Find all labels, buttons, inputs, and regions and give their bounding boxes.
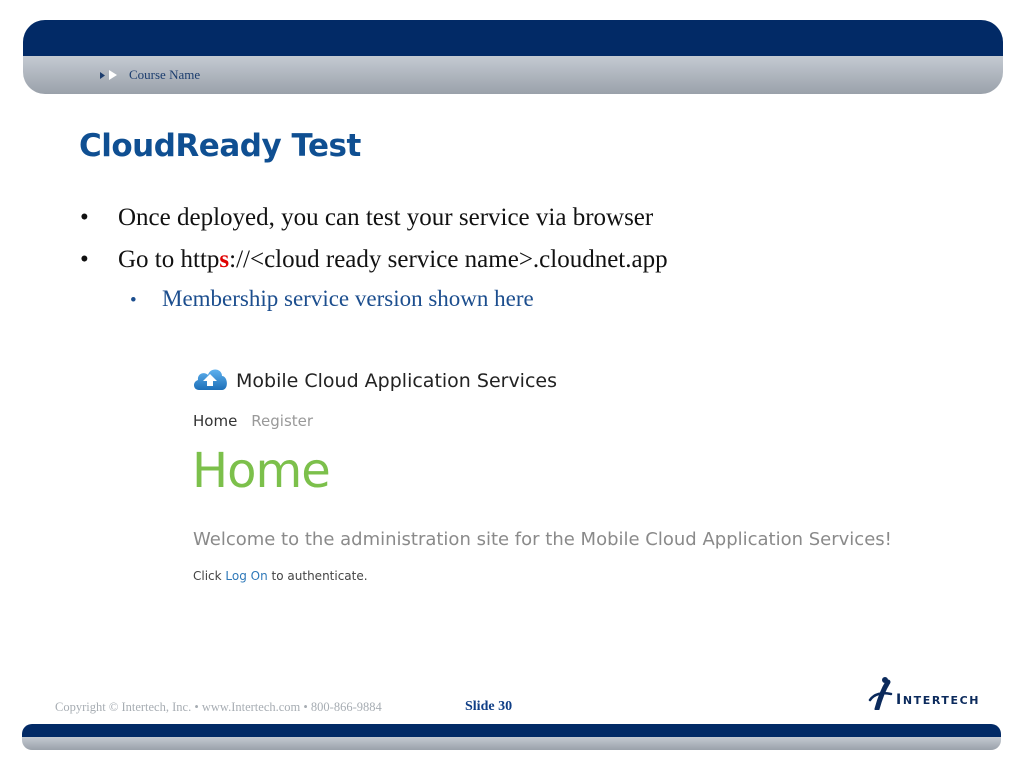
login-prompt-prefix: Click <box>193 569 226 583</box>
slide-number: Slide 30 <box>465 699 513 714</box>
logo-wordmark-initial: I <box>896 692 903 708</box>
nav-link-home[interactable]: Home <box>193 412 237 430</box>
cloud-upload-icon <box>191 365 229 396</box>
intertech-logo: INTERTECH <box>864 676 980 710</box>
slide-title: CloudReady Test <box>79 128 361 164</box>
login-prompt: Click Log On to authenticate. <box>193 569 368 583</box>
top-banner-navy-band <box>23 20 1003 56</box>
app-nav: Home Register <box>193 412 313 430</box>
bottom-banner-navy-band <box>22 724 1001 737</box>
bottom-banner-grey-band <box>22 737 1001 750</box>
bullet-item: • Once deployed, you can test your servic… <box>80 204 654 231</box>
bottom-banner <box>22 724 1001 750</box>
bullet-text-prefix: Go to http <box>118 246 220 273</box>
intertech-logo-mark <box>868 677 893 710</box>
double-arrow-icon <box>100 70 117 80</box>
bullet-item: • Go to https://<cloud ready service name… <box>80 246 668 273</box>
login-prompt-suffix: to authenticate. <box>267 569 368 583</box>
course-name: Course Name <box>129 67 201 82</box>
logo-wordmark-rest: NTERTECH <box>902 694 981 707</box>
app-title: Mobile Cloud Application Services <box>236 369 557 392</box>
app-header: Mobile Cloud Application Services <box>191 365 557 396</box>
log-on-link[interactable]: Log On <box>225 569 267 583</box>
sub-bullet-text: Membership service version shown here <box>162 286 534 311</box>
course-header: Course Name <box>100 66 200 84</box>
welcome-message: Welcome to the administration site for t… <box>193 529 892 550</box>
logo-wordmark: INTERTECH <box>896 692 980 708</box>
bullet-text-suffix: ://<cloud ready service name>.cloudnet.a… <box>229 246 668 273</box>
bullet-text: Once deployed, you can test your service… <box>118 204 654 231</box>
page-heading: Home <box>192 443 331 499</box>
copyright-footer: Copyright © Intertech, Inc. • www.Intert… <box>55 700 382 714</box>
nav-link-register[interactable]: Register <box>251 412 313 430</box>
sub-bullet-item: • Membership service version shown here <box>130 286 534 311</box>
bullet-highlight: s <box>219 246 230 273</box>
